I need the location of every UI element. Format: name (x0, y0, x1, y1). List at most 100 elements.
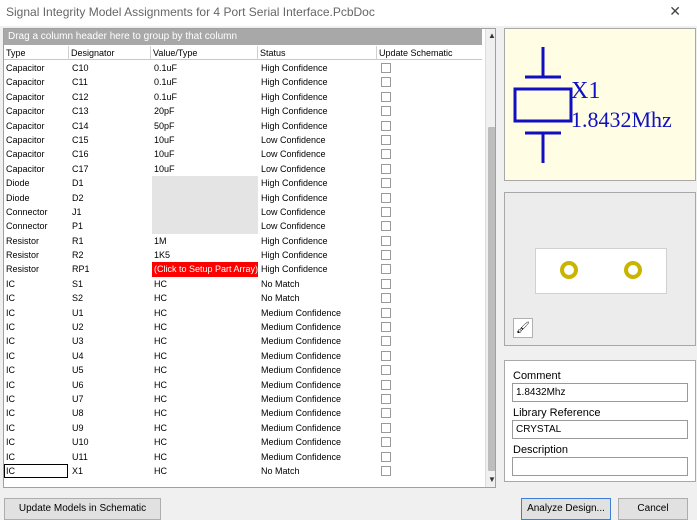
update-schematic-checkbox[interactable] (381, 250, 391, 261)
table-row[interactable]: IC U1 HC Medium Confidence (4, 306, 482, 320)
type-cell[interactable]: Capacitor (4, 75, 68, 89)
table-row[interactable]: IC X1 HC No Match (4, 463, 482, 479)
update-schematic-checkbox[interactable] (381, 163, 391, 174)
designator-cell[interactable]: C17 (70, 162, 150, 176)
status-cell[interactable]: No Match (259, 464, 377, 478)
update-schematic-checkbox[interactable] (381, 206, 391, 217)
table-row[interactable]: Capacitor C17 10uF Low Confidence (4, 162, 482, 176)
update-schematic-cell[interactable] (378, 176, 482, 190)
update-schematic-cell[interactable] (378, 104, 482, 118)
update-schematic-cell[interactable] (378, 119, 482, 133)
type-cell[interactable]: IC (4, 277, 68, 291)
type-cell[interactable]: IC (4, 291, 68, 305)
type-cell[interactable]: Capacitor (4, 61, 68, 75)
type-cell[interactable]: Connector (4, 205, 68, 219)
update-schematic-checkbox[interactable] (381, 365, 391, 376)
designator-cell[interactable]: D1 (70, 176, 150, 190)
value-type-cell[interactable] (152, 219, 258, 234)
designator-cell[interactable]: C13 (70, 104, 150, 118)
update-schematic-checkbox[interactable] (381, 322, 391, 333)
table-row[interactable]: IC U3 HC Medium Confidence (4, 334, 482, 348)
column-header-type[interactable]: Type (4, 46, 68, 60)
scroll-down-arrow-icon[interactable]: ▼ (486, 473, 495, 487)
update-schematic-cell[interactable] (378, 162, 482, 176)
designator-cell[interactable]: RP1 (70, 262, 150, 276)
update-schematic-cell[interactable] (378, 450, 482, 464)
designator-cell[interactable]: C16 (70, 147, 150, 161)
value-type-cell[interactable]: HC (152, 349, 258, 363)
status-cell[interactable]: High Confidence (259, 90, 377, 104)
designator-cell[interactable]: U9 (70, 421, 150, 435)
value-type-cell[interactable] (152, 204, 258, 220)
update-schematic-checkbox[interactable] (381, 149, 391, 160)
update-models-button[interactable]: Update Models in Schematic (4, 498, 161, 520)
status-cell[interactable]: Low Confidence (259, 205, 377, 219)
value-type-cell[interactable]: 20pF (152, 104, 258, 118)
update-schematic-checkbox[interactable] (381, 264, 391, 275)
update-schematic-cell[interactable] (378, 349, 482, 363)
update-schematic-cell[interactable] (378, 147, 482, 161)
update-schematic-checkbox[interactable] (381, 120, 391, 131)
table-row[interactable]: IC U4 HC Medium Confidence (4, 349, 482, 363)
type-cell[interactable]: Diode (4, 176, 68, 190)
designator-cell[interactable]: D2 (70, 191, 150, 205)
value-type-cell[interactable]: HC (152, 421, 258, 435)
type-cell[interactable]: Capacitor (4, 162, 68, 176)
table-row[interactable]: Capacitor C14 50pF High Confidence (4, 119, 482, 133)
type-cell[interactable]: Resistor (4, 262, 68, 276)
update-schematic-checkbox[interactable] (381, 134, 391, 145)
update-schematic-checkbox[interactable] (381, 465, 391, 476)
update-schematic-checkbox[interactable] (381, 437, 391, 448)
comment-field[interactable]: 1.8432Mhz (512, 383, 688, 402)
scroll-up-arrow-icon[interactable]: ▲ (486, 29, 495, 43)
value-type-cell[interactable]: 0.1uF (152, 90, 258, 104)
update-schematic-cell[interactable] (378, 421, 482, 435)
designator-cell[interactable]: S2 (70, 291, 150, 305)
update-schematic-cell[interactable] (378, 90, 482, 104)
update-schematic-checkbox[interactable] (381, 221, 391, 232)
table-row[interactable]: IC S2 HC No Match (4, 291, 482, 305)
type-cell[interactable]: IC (4, 349, 68, 363)
update-schematic-checkbox[interactable] (381, 278, 391, 289)
status-cell[interactable]: Medium Confidence (259, 306, 377, 320)
designator-cell[interactable]: S1 (70, 277, 150, 291)
designator-cell[interactable]: U1 (70, 306, 150, 320)
status-cell[interactable]: Medium Confidence (259, 435, 377, 449)
status-cell[interactable]: High Confidence (259, 119, 377, 133)
update-schematic-cell[interactable] (378, 75, 482, 89)
type-cell[interactable]: IC (4, 421, 68, 435)
update-schematic-checkbox[interactable] (381, 451, 391, 462)
cancel-button[interactable]: Cancel (618, 498, 688, 520)
value-type-cell[interactable]: 10uF (152, 133, 258, 147)
update-schematic-checkbox[interactable] (381, 307, 391, 318)
update-schematic-cell[interactable] (378, 205, 482, 219)
update-schematic-cell[interactable] (378, 277, 482, 291)
type-cell[interactable]: Resistor (4, 248, 68, 262)
type-cell[interactable]: Capacitor (4, 104, 68, 118)
update-schematic-checkbox[interactable] (381, 408, 391, 419)
value-type-cell[interactable]: 0.1uF (152, 75, 258, 89)
type-cell[interactable]: IC (4, 363, 68, 377)
status-cell[interactable]: Medium Confidence (259, 392, 377, 406)
type-cell[interactable]: Capacitor (4, 119, 68, 133)
table-row[interactable]: Connector J1 Low Confidence (4, 204, 482, 220)
designator-cell[interactable]: U5 (70, 363, 150, 377)
update-schematic-cell[interactable] (378, 320, 482, 334)
value-type-cell[interactable]: 0.1uF (152, 61, 258, 75)
value-type-cell[interactable]: 10uF (152, 147, 258, 161)
update-schematic-checkbox[interactable] (381, 77, 391, 88)
type-cell[interactable]: Capacitor (4, 133, 68, 147)
designator-cell[interactable]: C15 (70, 133, 150, 147)
value-type-cell[interactable]: HC (152, 378, 258, 392)
type-cell[interactable]: IC (4, 406, 68, 420)
designator-cell[interactable]: P1 (70, 219, 150, 233)
status-cell[interactable]: High Confidence (259, 234, 377, 248)
type-cell[interactable]: IC (4, 334, 68, 348)
analyze-design-button[interactable]: Analyze Design... (521, 498, 611, 520)
status-cell[interactable]: Medium Confidence (259, 334, 377, 348)
update-schematic-cell[interactable] (378, 248, 482, 262)
update-schematic-cell[interactable] (378, 306, 482, 320)
update-schematic-checkbox[interactable] (381, 178, 391, 189)
type-cell[interactable]: IC (4, 320, 68, 334)
status-cell[interactable]: Low Confidence (259, 219, 377, 233)
